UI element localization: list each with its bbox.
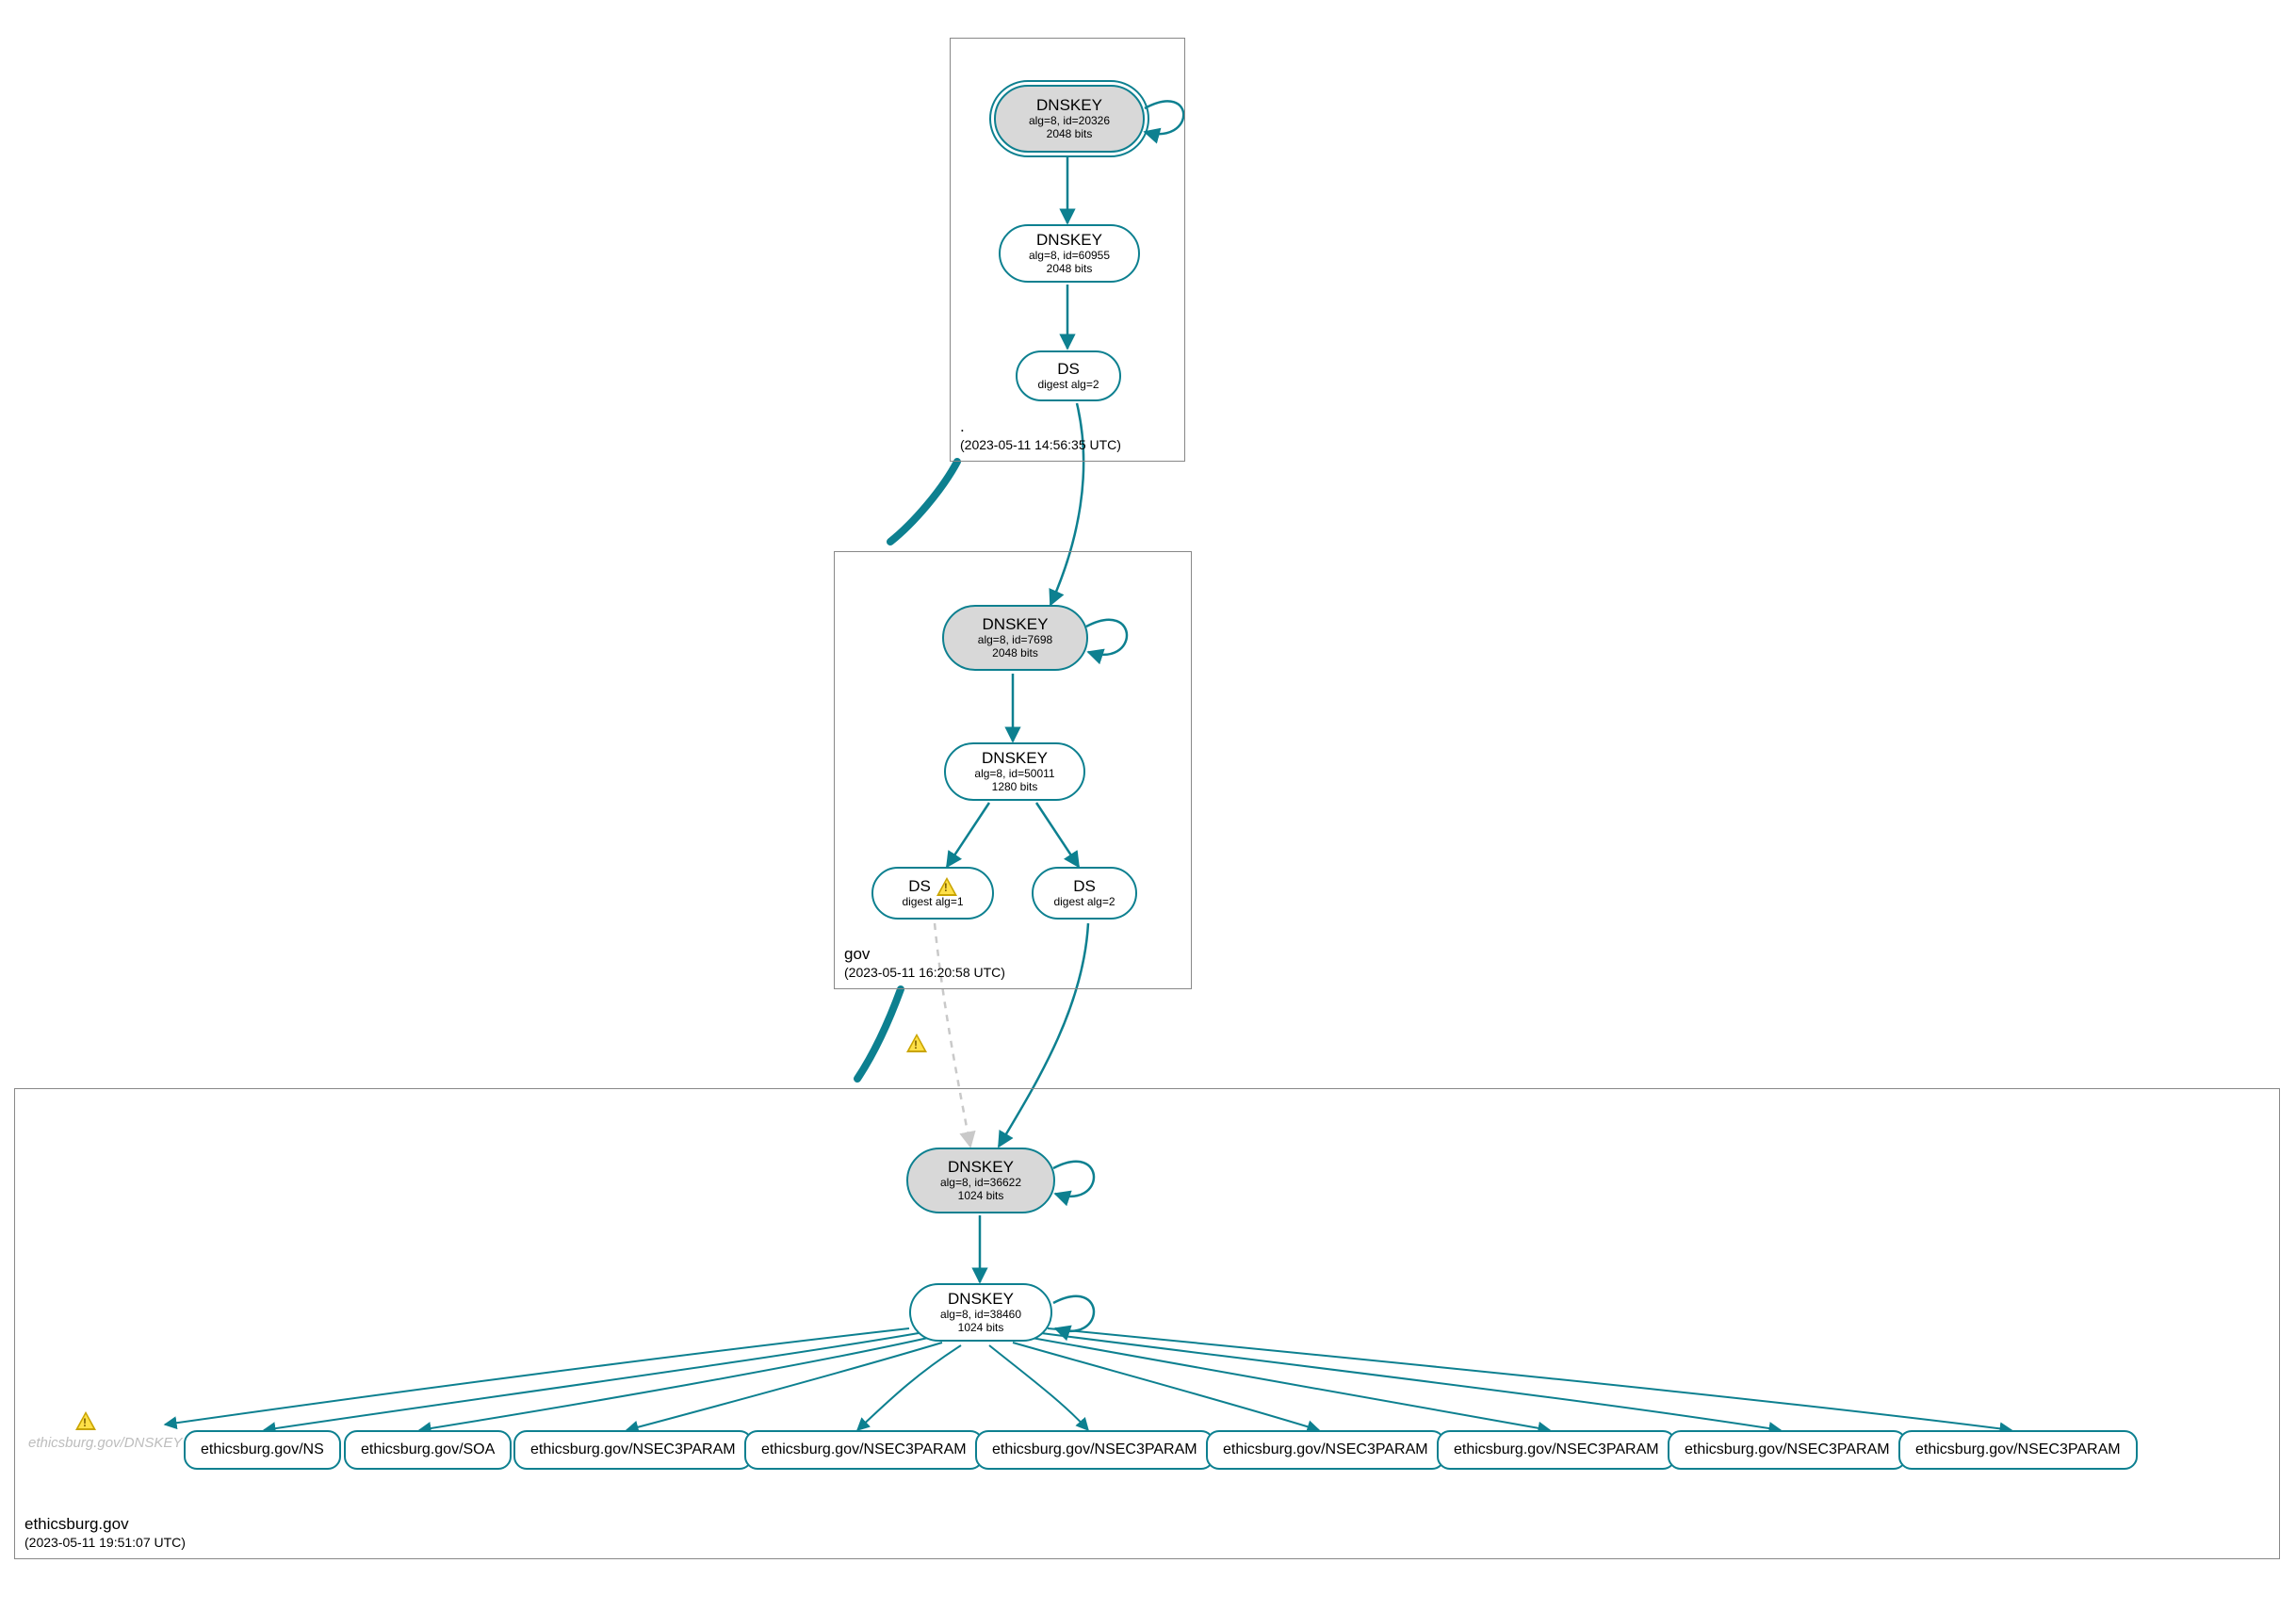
node-root-ds-title: DS (1057, 360, 1080, 379)
zone-root-name: . (960, 416, 1121, 436)
record-nsec3param-5: ethicsburg.gov/NSEC3PARAM (1437, 1430, 1676, 1470)
node-gov-ksk-sub2: 2048 bits (992, 647, 1038, 660)
node-leaf-ksk-title: DNSKEY (948, 1158, 1014, 1177)
node-leaf-ksk: DNSKEY alg=8, id=36622 1024 bits (906, 1148, 1055, 1213)
node-leaf-ksk-sub2: 1024 bits (958, 1190, 1004, 1203)
record-nsec3param-4: ethicsburg.gov/NSEC3PARAM (1206, 1430, 1445, 1470)
node-root-ds-sub1: digest alg=2 (1037, 379, 1099, 392)
zone-gov-name: gov (844, 944, 1005, 964)
node-leaf-ksk-sub1: alg=8, id=36622 (940, 1177, 1021, 1190)
ghost-key-label: ethicsburg.gov/DNSKEY (28, 1435, 182, 1451)
node-gov-ds1-sub1: digest alg=1 (902, 896, 963, 909)
record-nsec3param-6: ethicsburg.gov/NSEC3PARAM (1668, 1430, 1907, 1470)
node-gov-ds2: DS digest alg=2 (1032, 867, 1137, 920)
zone-leaf-time: (2023-05-11 19:51:07 UTC) (24, 1535, 186, 1552)
zone-root-time: (2023-05-11 14:56:35 UTC) (960, 437, 1121, 454)
node-gov-ds1: DS ! digest alg=1 (871, 867, 994, 920)
node-root-ksk-title: DNSKEY (1036, 96, 1102, 115)
zone-leaf-label: ethicsburg.gov (2023-05-11 19:51:07 UTC) (24, 1514, 186, 1551)
node-root-zsk-sub2: 2048 bits (1047, 263, 1093, 276)
record-nsec3param-2: ethicsburg.gov/NSEC3PARAM (744, 1430, 984, 1470)
node-leaf-zsk-title: DNSKEY (948, 1290, 1014, 1309)
zone-leaf: ethicsburg.gov (2023-05-11 19:51:07 UTC) (14, 1088, 2280, 1559)
record-ns: ethicsburg.gov/NS (184, 1430, 341, 1470)
zone-gov-time: (2023-05-11 16:20:58 UTC) (844, 965, 1005, 982)
node-root-ksk-sub2: 2048 bits (1047, 128, 1093, 141)
node-root-ds: DS digest alg=2 (1016, 350, 1121, 401)
node-gov-ksk: DNSKEY alg=8, id=7698 2048 bits (942, 605, 1088, 671)
node-gov-zsk-sub2: 1280 bits (992, 781, 1038, 794)
node-gov-zsk: DNSKEY alg=8, id=50011 1280 bits (944, 742, 1085, 801)
zone-leaf-name: ethicsburg.gov (24, 1514, 186, 1534)
node-gov-ksk-title: DNSKEY (983, 615, 1049, 634)
zone-root-label: . (2023-05-11 14:56:35 UTC) (960, 416, 1121, 453)
node-root-ksk-sub1: alg=8, id=20326 (1029, 115, 1110, 128)
record-nsec3param-7: ethicsburg.gov/NSEC3PARAM (1898, 1430, 2138, 1470)
node-gov-ds1-title: DS (908, 877, 931, 896)
ghost-key-warning-icon: ! (75, 1411, 96, 1434)
node-gov-zsk-sub1: alg=8, id=50011 (974, 768, 1054, 781)
node-gov-ds2-sub1: digest alg=2 (1053, 896, 1115, 909)
node-gov-ksk-sub1: alg=8, id=7698 (978, 634, 1052, 647)
record-nsec3param-3: ethicsburg.gov/NSEC3PARAM (975, 1430, 1214, 1470)
node-leaf-zsk: DNSKEY alg=8, id=38460 1024 bits (909, 1283, 1052, 1342)
node-root-zsk-sub1: alg=8, id=60955 (1029, 250, 1110, 263)
node-root-ksk: DNSKEY alg=8, id=20326 2048 bits (994, 85, 1145, 153)
node-gov-ds2-title: DS (1073, 877, 1096, 896)
diagram-canvas: . (2023-05-11 14:56:35 UTC) gov (2023-05… (0, 0, 2296, 1612)
node-gov-zsk-title: DNSKEY (982, 749, 1048, 768)
node-leaf-zsk-sub1: alg=8, id=38460 (940, 1309, 1021, 1322)
node-leaf-zsk-sub2: 1024 bits (958, 1322, 1004, 1335)
warning-icon: ! (936, 877, 957, 896)
record-soa: ethicsburg.gov/SOA (344, 1430, 512, 1470)
zone-gov-label: gov (2023-05-11 16:20:58 UTC) (844, 944, 1005, 981)
node-root-zsk: DNSKEY alg=8, id=60955 2048 bits (999, 224, 1140, 283)
node-root-zsk-title: DNSKEY (1036, 231, 1102, 250)
record-nsec3param-1: ethicsburg.gov/NSEC3PARAM (513, 1430, 753, 1470)
edge-warning-icon: ! (906, 1034, 927, 1056)
